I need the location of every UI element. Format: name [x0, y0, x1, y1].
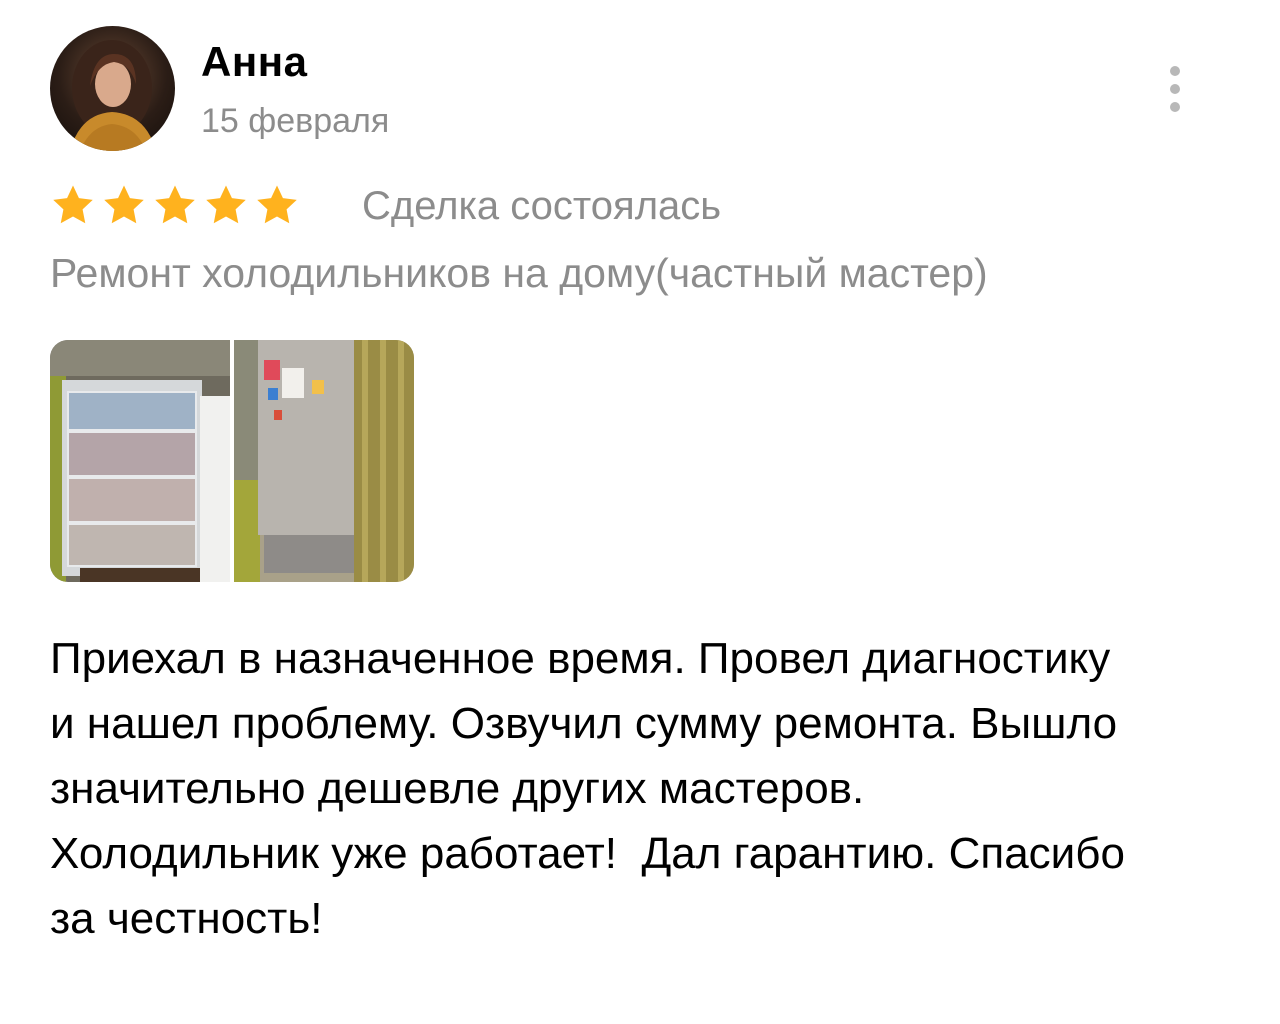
more-vertical-icon-dot [1170, 102, 1180, 112]
fridge-freezer-photo [50, 340, 230, 582]
star-icon [155, 185, 195, 224]
fridge-with-magnets-photo [234, 340, 414, 582]
author-avatar[interactable] [50, 26, 175, 151]
review-text-line: Холодильник уже работает! Дал гарантию. … [50, 829, 1125, 878]
more-vertical-icon [1170, 66, 1180, 76]
more-vertical-icon-dot [1170, 84, 1180, 94]
review-text-line: значительно дешевле других мастеров. [50, 764, 865, 813]
review-text-line: Приехал в назначенное время. Провел диаг… [50, 634, 1111, 683]
review-date: 15 февраля [201, 102, 390, 140]
review-text: Приехал в назначенное время. Провел диаг… [50, 626, 1230, 951]
star-icon [257, 185, 297, 224]
review-text-line: за честность! [50, 894, 323, 943]
review-photo-2[interactable] [234, 340, 414, 582]
more-options-button[interactable] [1158, 62, 1192, 116]
star-icon [53, 185, 93, 224]
star-rating [50, 182, 300, 228]
review-photo-1[interactable] [50, 340, 230, 582]
author-name[interactable]: Анна [201, 38, 307, 86]
service-title[interactable]: Ремонт холодильников на дому(частный мас… [50, 250, 988, 297]
review-text-line: и нашел проблему. Озвучил сумму ремонта.… [50, 699, 1118, 748]
star-icon [104, 185, 144, 224]
star-icon [206, 185, 246, 224]
deal-status: Сделка состоялась [362, 184, 722, 228]
avatar-image [70, 40, 156, 151]
